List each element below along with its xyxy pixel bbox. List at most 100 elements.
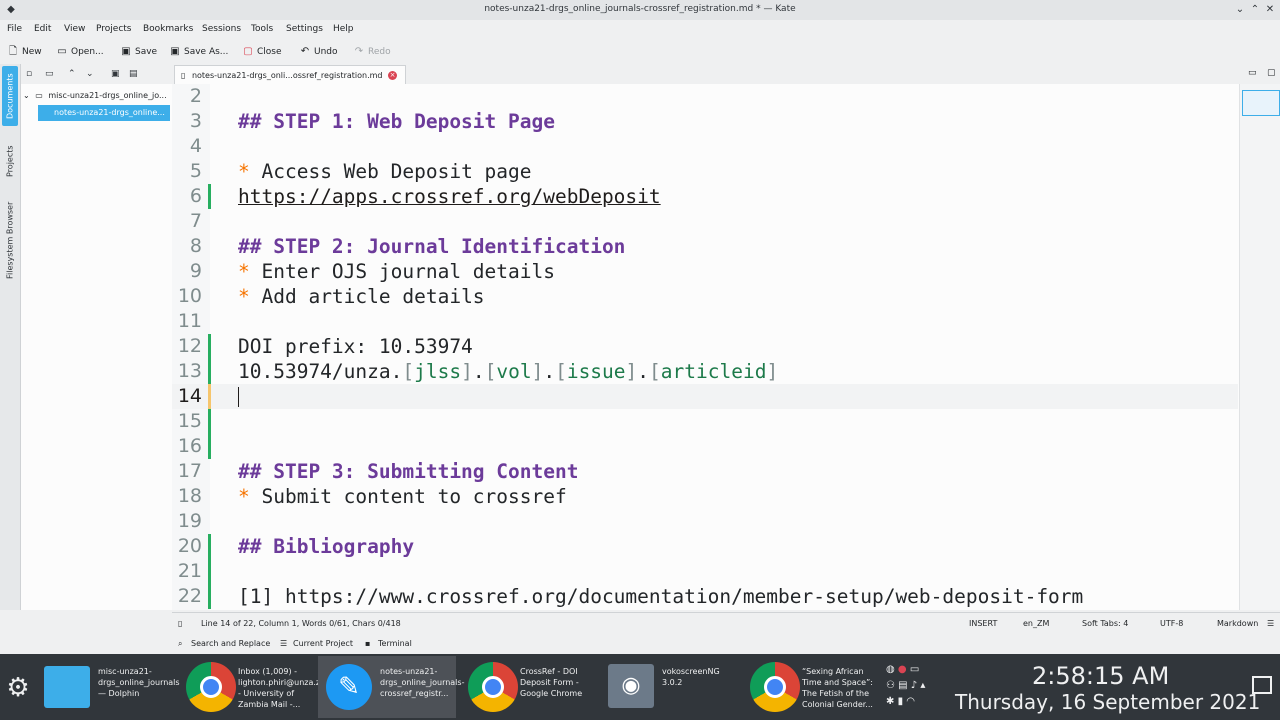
maximize-icon[interactable]: ⌃	[1248, 3, 1262, 17]
current-project-button[interactable]: Current Project	[293, 639, 353, 648]
settings-menu-icon[interactable]: ☰	[1267, 619, 1274, 628]
minimap-viewport[interactable]	[1242, 90, 1280, 116]
modified-line-marker	[208, 384, 211, 409]
network-tray-icon[interactable]: ⚇	[886, 680, 895, 691]
url-text[interactable]: https://apps.crossref.org/webDeposit	[238, 184, 661, 209]
search-icon: ⌕	[178, 639, 183, 648]
menu-help[interactable]: Help	[333, 24, 354, 34]
minimap[interactable]	[1239, 84, 1280, 610]
line-text: Submit content to crossref	[249, 485, 567, 508]
menu-projects[interactable]: Projects	[96, 24, 131, 34]
tab-documents[interactable]: Documents	[2, 66, 18, 126]
menu-bookmarks[interactable]: Bookmarks	[143, 24, 193, 34]
save-doc-icon[interactable]: ▣	[111, 69, 120, 79]
chrome-tray-icon[interactable]: ◍	[886, 664, 895, 675]
clipboard-tray-icon[interactable]: ▤	[898, 680, 907, 691]
up-arrow-icon[interactable]: ⌃	[68, 69, 76, 79]
tab-filesystem-browser[interactable]: Filesystem Browser	[2, 192, 18, 288]
volume-tray-icon[interactable]: ♪	[911, 680, 917, 691]
down-arrow-icon[interactable]: ⌄	[86, 69, 94, 79]
terminal-icon: ▪	[365, 639, 371, 648]
menu-sessions[interactable]: Sessions	[202, 24, 241, 34]
modified-line-marker	[208, 534, 211, 559]
new-button[interactable]: 🗋 New	[8, 45, 42, 59]
modified-line-marker	[208, 584, 211, 609]
modified-line-marker	[208, 359, 211, 384]
status-bar: ▯ Line 14 of 22, Column 1, Words 0/61, C…	[172, 612, 1280, 635]
editor-line: 7	[172, 209, 1238, 234]
line-number: 17	[177, 460, 202, 482]
cursor-position[interactable]: Line 14 of 22, Column 1, Words 0/61, Cha…	[201, 619, 401, 628]
split-view-icon[interactable]: ▭	[1248, 68, 1257, 78]
tree-folder[interactable]: ⌄ ▭ misc-unza21-drgs_online_jo...	[21, 88, 172, 104]
heading-text: ## STEP 2: Journal Identification	[238, 235, 626, 258]
record-tray-icon[interactable]: ●	[898, 664, 907, 675]
terminal-button[interactable]: Terminal	[378, 639, 412, 648]
open-doc-icon[interactable]: ▭	[45, 69, 54, 79]
save-button[interactable]: ▣ Save	[121, 45, 157, 59]
editor-line: 6 https://apps.crossref.org/webDeposit	[172, 184, 1238, 209]
modified-line-marker	[208, 434, 211, 459]
task-label: CrossRef - DOI Deposit Form - Google Chr…	[520, 667, 583, 698]
save-all-icon[interactable]: ▤	[129, 69, 138, 79]
editor-line: 12 DOI prefix: 10.53974	[172, 334, 1238, 359]
tray-expand-icon[interactable]: ▴	[920, 680, 925, 691]
open-label: Open...	[71, 47, 104, 57]
minimize-icon[interactable]: ⌄	[1233, 3, 1247, 17]
encoding[interactable]: UTF-8	[1160, 619, 1183, 628]
menu-settings[interactable]: Settings	[286, 24, 323, 34]
document-tab[interactable]: ▯ notes-unza21-drgs_onli...ossref_regist…	[174, 65, 406, 85]
task-kate[interactable]: ✎ notes-unza21-drgs_online_journals-cros…	[318, 656, 464, 718]
system-tray: ◍ ● ▭ ⚇ ▤ ♪ ▴ ✱ ▮ ◠	[886, 662, 946, 716]
link-ref-vol: vol	[496, 360, 532, 383]
task-dolphin[interactable]: misc-unza21-drgs_online_journals — Dolph…	[36, 656, 180, 718]
open-button[interactable]: ▭ Open...	[57, 45, 104, 59]
tab-projects[interactable]: Projects	[2, 134, 18, 188]
list-bullet: *	[238, 485, 250, 508]
redo-button[interactable]: ↷ Redo	[354, 45, 391, 59]
app-launcher-icon[interactable]: ⚙	[4, 674, 32, 702]
save-label: Save	[135, 47, 158, 57]
indentation-setting[interactable]: Soft Tabs: 4	[1082, 619, 1128, 628]
editor-line: 13 10.53974/unza.[jlss].[vol].[issue].[ar…	[172, 359, 1238, 384]
battery-tray-icon[interactable]: ▮	[898, 696, 904, 707]
task-label: misc-unza21-drgs_online_journals — Dolph…	[98, 667, 180, 698]
task-chrome-crossref[interactable]: CrossRef - DOI Deposit Form - Google Chr…	[458, 656, 596, 718]
bluetooth-tray-icon[interactable]: ✱	[886, 696, 894, 707]
close-button[interactable]: ▢ Close	[243, 45, 281, 59]
syntax-mode[interactable]: Markdown	[1217, 619, 1258, 628]
clock-time[interactable]: 2:58:15 AM	[1032, 662, 1169, 690]
close-window-icon[interactable]: ✕	[1263, 3, 1277, 17]
clock-date[interactable]: Thursday, 16 September 2021	[955, 690, 1260, 714]
menu-tools[interactable]: Tools	[251, 24, 273, 34]
title-bar: ◆ notes-unza21-drgs_online_journals-cros…	[0, 0, 1280, 20]
task-vokoscreen[interactable]: ◉ vokoscreenNG 3.0.2	[600, 656, 738, 718]
save-as-button[interactable]: ▣ Save As...	[170, 45, 228, 59]
task-chrome-mail[interactable]: Inbox (1,009) - lighton.phiri@unza.zm - …	[176, 656, 328, 718]
tree-file-selected[interactable]: notes-unza21-drgs_online...	[38, 105, 170, 121]
input-mode[interactable]: INSERT	[969, 619, 997, 628]
monitor-tray-icon[interactable]: ▭	[910, 664, 919, 675]
menu-edit[interactable]: Edit	[34, 24, 51, 34]
undo-button[interactable]: ↶ Undo	[300, 45, 338, 59]
wifi-tray-icon[interactable]: ◠	[906, 696, 915, 707]
menu-file[interactable]: File	[7, 24, 22, 34]
editor-line: 19	[172, 509, 1238, 534]
show-desktop-icon[interactable]	[1252, 676, 1272, 694]
task-chrome-article[interactable]: “Sexing African Time and Space”: The Fet…	[740, 656, 878, 718]
save-as-icon: ▣	[170, 46, 180, 57]
dictionary-language[interactable]: en_ZM	[1023, 619, 1049, 628]
new-doc-icon[interactable]: ▫	[26, 69, 32, 79]
close-split-icon[interactable]: ▢	[1267, 68, 1276, 78]
text-editor[interactable]: 2 3 ## STEP 1: Web Deposit Page 4 5 * Acce…	[172, 84, 1280, 610]
menu-view[interactable]: View	[64, 24, 85, 34]
editor-line: 20 ## Bibliography	[172, 534, 1238, 559]
status-doc-icon: ▯	[178, 619, 183, 628]
search-replace-button[interactable]: Search and Replace	[191, 639, 270, 648]
line-text: Add article details	[249, 285, 485, 308]
tab-close-icon[interactable]: ×	[388, 71, 397, 80]
chevron-down-icon: ⌄	[23, 91, 30, 100]
list-bullet: *	[238, 260, 250, 283]
document-tab-label: notes-unza21-drgs_onli...ossref_registra…	[191, 71, 383, 80]
vokoscreen-icon: ◉	[608, 664, 654, 708]
